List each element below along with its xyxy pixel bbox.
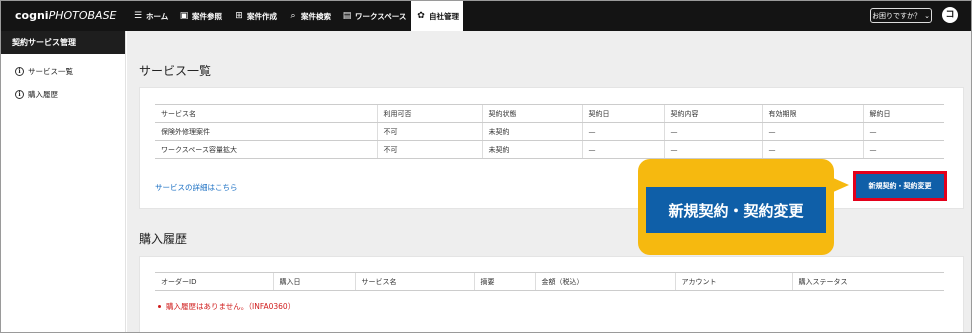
sidebar-title: 契約サービス管理 [1, 31, 125, 54]
table-cell: — [761, 122, 863, 141]
table-header-row: サービス名 利用可否 契約状態 契約日 契約内容 有効期限 解約日 [155, 104, 944, 123]
table-cell: — [862, 140, 944, 159]
column-header: サービス名 [155, 104, 377, 123]
table-cell: 不可 [376, 122, 482, 141]
search-icon: ⌕ [290, 11, 296, 21]
nav-case-view[interactable]: ▣ 案件参照 [179, 8, 222, 24]
sidebar: 契約サービス管理 i サービス一覧 i 購入履歴 [1, 31, 126, 332]
nav-case-view-label: 案件参照 [192, 11, 222, 21]
column-header: 契約内容 [663, 104, 762, 123]
sidebar-item-service-list[interactable]: i サービス一覧 [15, 66, 73, 77]
table-header-row: オーダーID 購入日 サービス名 摘要 金額（税込） アカウント 購入ステータス [155, 272, 944, 291]
column-header: 購入ステータス [791, 272, 944, 291]
table-cell: 保険外修理案件 [155, 122, 377, 141]
nav-home[interactable]: ☰ ホーム [133, 8, 168, 24]
nav-company-admin-label: 自社管理 [429, 11, 459, 21]
info-icon: i [15, 90, 24, 99]
new-contract-button[interactable]: 新規契約・契約変更 [853, 171, 947, 201]
list-icon: ☰ [133, 11, 143, 21]
nav-case-search-label: 案件検索 [301, 11, 331, 21]
empty-purchase-message-text: 購入履歴はありません。（INFA0360） [166, 302, 296, 311]
bullet-icon [158, 305, 161, 308]
column-header: 契約日 [581, 104, 664, 123]
callout-label: 新規契約・契約変更 [646, 187, 826, 233]
image-icon: ▣ [179, 11, 189, 21]
column-header: 契約状態 [481, 104, 582, 123]
column-header: 摘要 [473, 272, 535, 291]
column-header: アカウント [674, 272, 792, 291]
nav-workspace[interactable]: ▤ ワークスペース [342, 8, 407, 24]
column-header: サービス名 [354, 272, 474, 291]
table-cell: 不可 [376, 140, 482, 159]
purchase-history-card: オーダーID 購入日 サービス名 摘要 金額（税込） アカウント 購入ステータス… [139, 256, 964, 332]
service-table: サービス名 利用可否 契約状態 契約日 契約内容 有効期限 解約日 保険外修理案… [155, 104, 944, 159]
table-cell: ワークスペース容量拡大 [155, 140, 377, 159]
logo-main: cogni [15, 9, 49, 22]
table-row: ワークスペース容量拡大 不可 未契約 — — — — [155, 140, 944, 159]
info-icon: i [15, 67, 24, 76]
chevron-down-icon: ⌄ [924, 11, 930, 20]
purchase-table: オーダーID 購入日 サービス名 摘要 金額（税込） アカウント 購入ステータス [155, 272, 944, 291]
column-header: オーダーID [155, 272, 273, 291]
table-cell: — [663, 140, 762, 159]
sidebar-item-purchase-history[interactable]: i 購入履歴 [15, 89, 58, 100]
gear-icon: ✿ [417, 11, 425, 21]
table-cell: — [581, 140, 664, 159]
app-logo[interactable]: cogniPHOTOBASE [15, 9, 117, 22]
nav-active-indicator: ✿ 自社管理 [411, 1, 463, 31]
service-list-title: サービス一覧 [139, 64, 212, 78]
callout-annotation: 新規契約・契約変更 [638, 159, 834, 255]
empty-purchase-message: 購入履歴はありません。（INFA0360） [158, 301, 295, 312]
table-cell: 未契約 [481, 122, 582, 141]
user-avatar[interactable]: コ [942, 7, 958, 23]
column-header: 購入日 [272, 272, 355, 291]
top-navigation-bar: cogniPHOTOBASE ☰ ホーム ▣ 案件参照 ⊞ 案件作成 ⌕ 案件検… [1, 1, 971, 31]
nav-company-admin[interactable]: ✿ 自社管理 [416, 8, 459, 24]
nav-case-create-label: 案件作成 [247, 11, 277, 21]
nav-workspace-label: ワークスペース [355, 11, 407, 21]
app-window: cogniPHOTOBASE ☰ ホーム ▣ 案件参照 ⊞ 案件作成 ⌕ 案件検… [0, 0, 972, 333]
sidebar-item-label: 購入履歴 [28, 90, 58, 99]
sidebar-item-label: サービス一覧 [28, 67, 73, 76]
table-cell: — [581, 122, 664, 141]
image-add-icon: ⊞ [235, 11, 243, 21]
workspace-icon: ▤ [342, 11, 352, 21]
table-cell: — [761, 140, 863, 159]
column-header: 金額（税込） [534, 272, 675, 291]
nav-home-label: ホーム [146, 11, 169, 21]
help-button[interactable]: お困りですか？ ⌄ [870, 8, 932, 23]
table-cell: 未契約 [481, 140, 582, 159]
callout-arrow-icon [831, 177, 849, 193]
table-cell: — [862, 122, 944, 141]
help-button-label: お困りですか？ [872, 11, 922, 20]
logo-sub: PHOTOBASE [48, 9, 117, 22]
column-header: 解約日 [862, 104, 944, 123]
column-header: 利用可否 [376, 104, 482, 123]
table-cell: — [663, 122, 762, 141]
column-header: 有効期限 [761, 104, 863, 123]
service-details-link[interactable]: サービスの詳細はこちら [155, 182, 238, 193]
nav-case-create[interactable]: ⊞ 案件作成 [234, 8, 277, 24]
purchase-history-title: 購入履歴 [139, 232, 188, 246]
table-row: 保険外修理案件 不可 未契約 — — — — [155, 122, 944, 141]
nav-case-search[interactable]: ⌕ 案件検索 [288, 8, 331, 24]
